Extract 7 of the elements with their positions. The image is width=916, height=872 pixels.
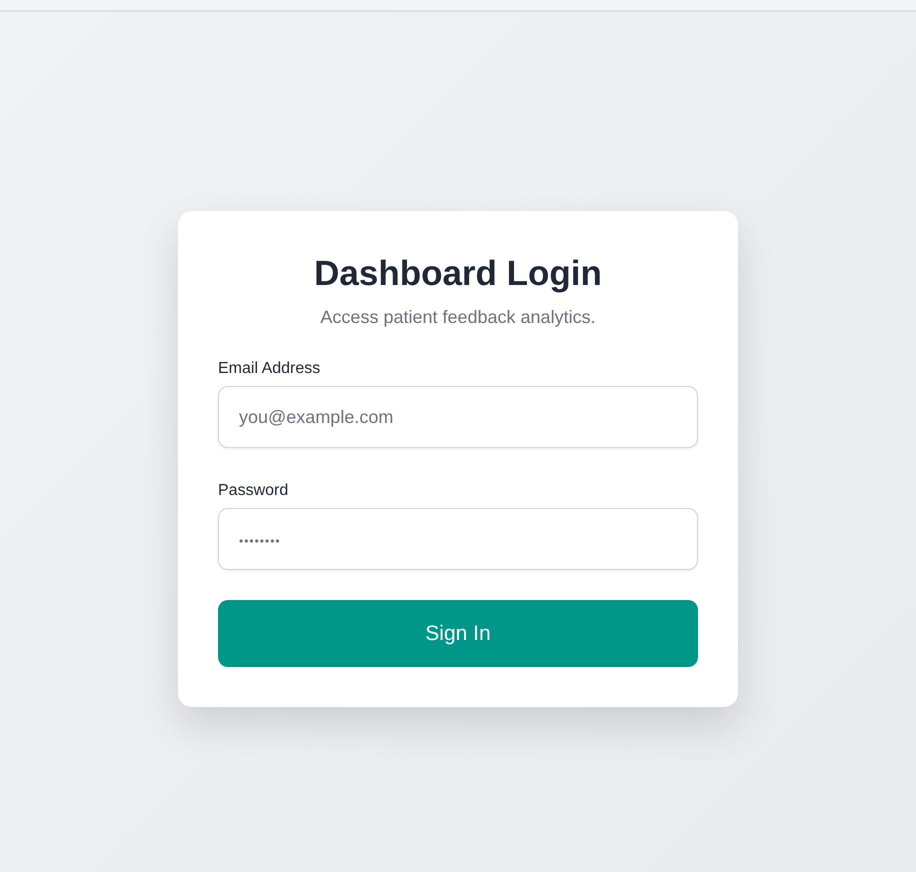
login-subtitle: Access patient feedback analytics. bbox=[319, 307, 597, 328]
sign-in-button[interactable]: Sign In bbox=[218, 600, 698, 667]
email-field[interactable]: you@example.com bbox=[218, 386, 698, 448]
field-label: Email Address bbox=[218, 360, 322, 378]
password-field[interactable]: •••••••• bbox=[218, 508, 698, 570]
field-label: Password bbox=[218, 482, 290, 500]
login-title: Dashboard Login bbox=[313, 253, 603, 295]
